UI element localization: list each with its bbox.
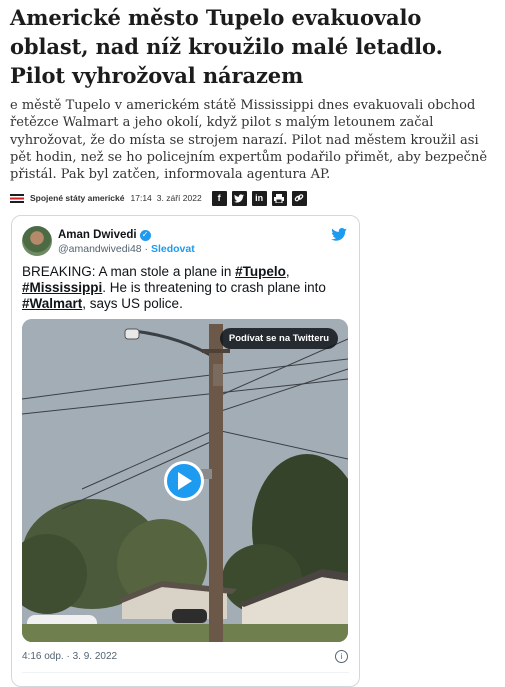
author-name[interactable]: Aman Dwivedi <box>58 228 137 242</box>
print-icon[interactable] <box>271 190 287 206</box>
section-link[interactable]: Spojené státy americké <box>30 193 125 203</box>
embedded-tweet: Aman Dwivedi ✓ @amandwivedi48 · Sledovat… <box>11 215 360 687</box>
video-player[interactable]: Podívat se na Twitteru <box>22 319 348 642</box>
avatar[interactable] <box>22 226 52 256</box>
tweet-text-prefix: BREAKING: A man stole a plane in <box>22 264 236 279</box>
section-icon <box>10 193 24 203</box>
watch-on-twitter-button[interactable]: Podívat se na Twitteru <box>219 328 338 349</box>
tweet-text: BREAKING: A man stole a plane in #Tupelo… <box>22 264 350 312</box>
share-bar: f in <box>211 190 307 206</box>
publish-date: 3. září 2022 <box>156 193 202 203</box>
tweet-text-suffix: , says US police. <box>82 296 183 311</box>
link-icon[interactable] <box>291 190 307 206</box>
facebook-icon[interactable]: f <box>211 190 227 206</box>
verified-badge-icon: ✓ <box>139 229 151 241</box>
hashtag-walmart-link[interactable]: #Walmart <box>22 296 82 311</box>
article-meta: Spojené státy americké 17:14 3. září 202… <box>10 190 307 206</box>
follow-button[interactable]: Sledovat <box>151 243 195 255</box>
tweet-timestamp[interactable]: 4:16 odp. · 3. 9. 2022 <box>22 651 117 662</box>
twitter-bird-icon[interactable] <box>331 228 347 241</box>
tweet-author: Aman Dwivedi ✓ @amandwivedi48 · Sledovat <box>58 228 195 256</box>
info-icon[interactable]: i <box>335 650 348 663</box>
hashtag-mississippi-link[interactable]: #Mississippi <box>22 280 102 295</box>
hashtag-tupelo-link[interactable]: #Tupelo <box>235 264 286 279</box>
publish-time: 17:14 <box>130 193 152 203</box>
tweet-text-comma: , <box>285 264 290 279</box>
handle-separator: · <box>141 243 151 255</box>
twitter-icon[interactable] <box>231 190 247 206</box>
tweet-text-middle: . He is threatening to crash plane into <box>102 280 326 295</box>
play-icon <box>178 472 192 490</box>
play-button[interactable] <box>164 461 204 501</box>
author-handle[interactable]: @amandwivedi48 <box>58 243 142 255</box>
linkedin-icon[interactable]: in <box>251 190 267 206</box>
article-headline: Americké město Tupelo evakuovalo oblast,… <box>10 5 443 88</box>
article-perex: e městě Tupelo v americkém státě Mississ… <box>10 98 488 183</box>
tweet-divider <box>22 672 349 673</box>
tweet-footer: 4:16 odp. · 3. 9. 2022 i <box>22 650 348 663</box>
